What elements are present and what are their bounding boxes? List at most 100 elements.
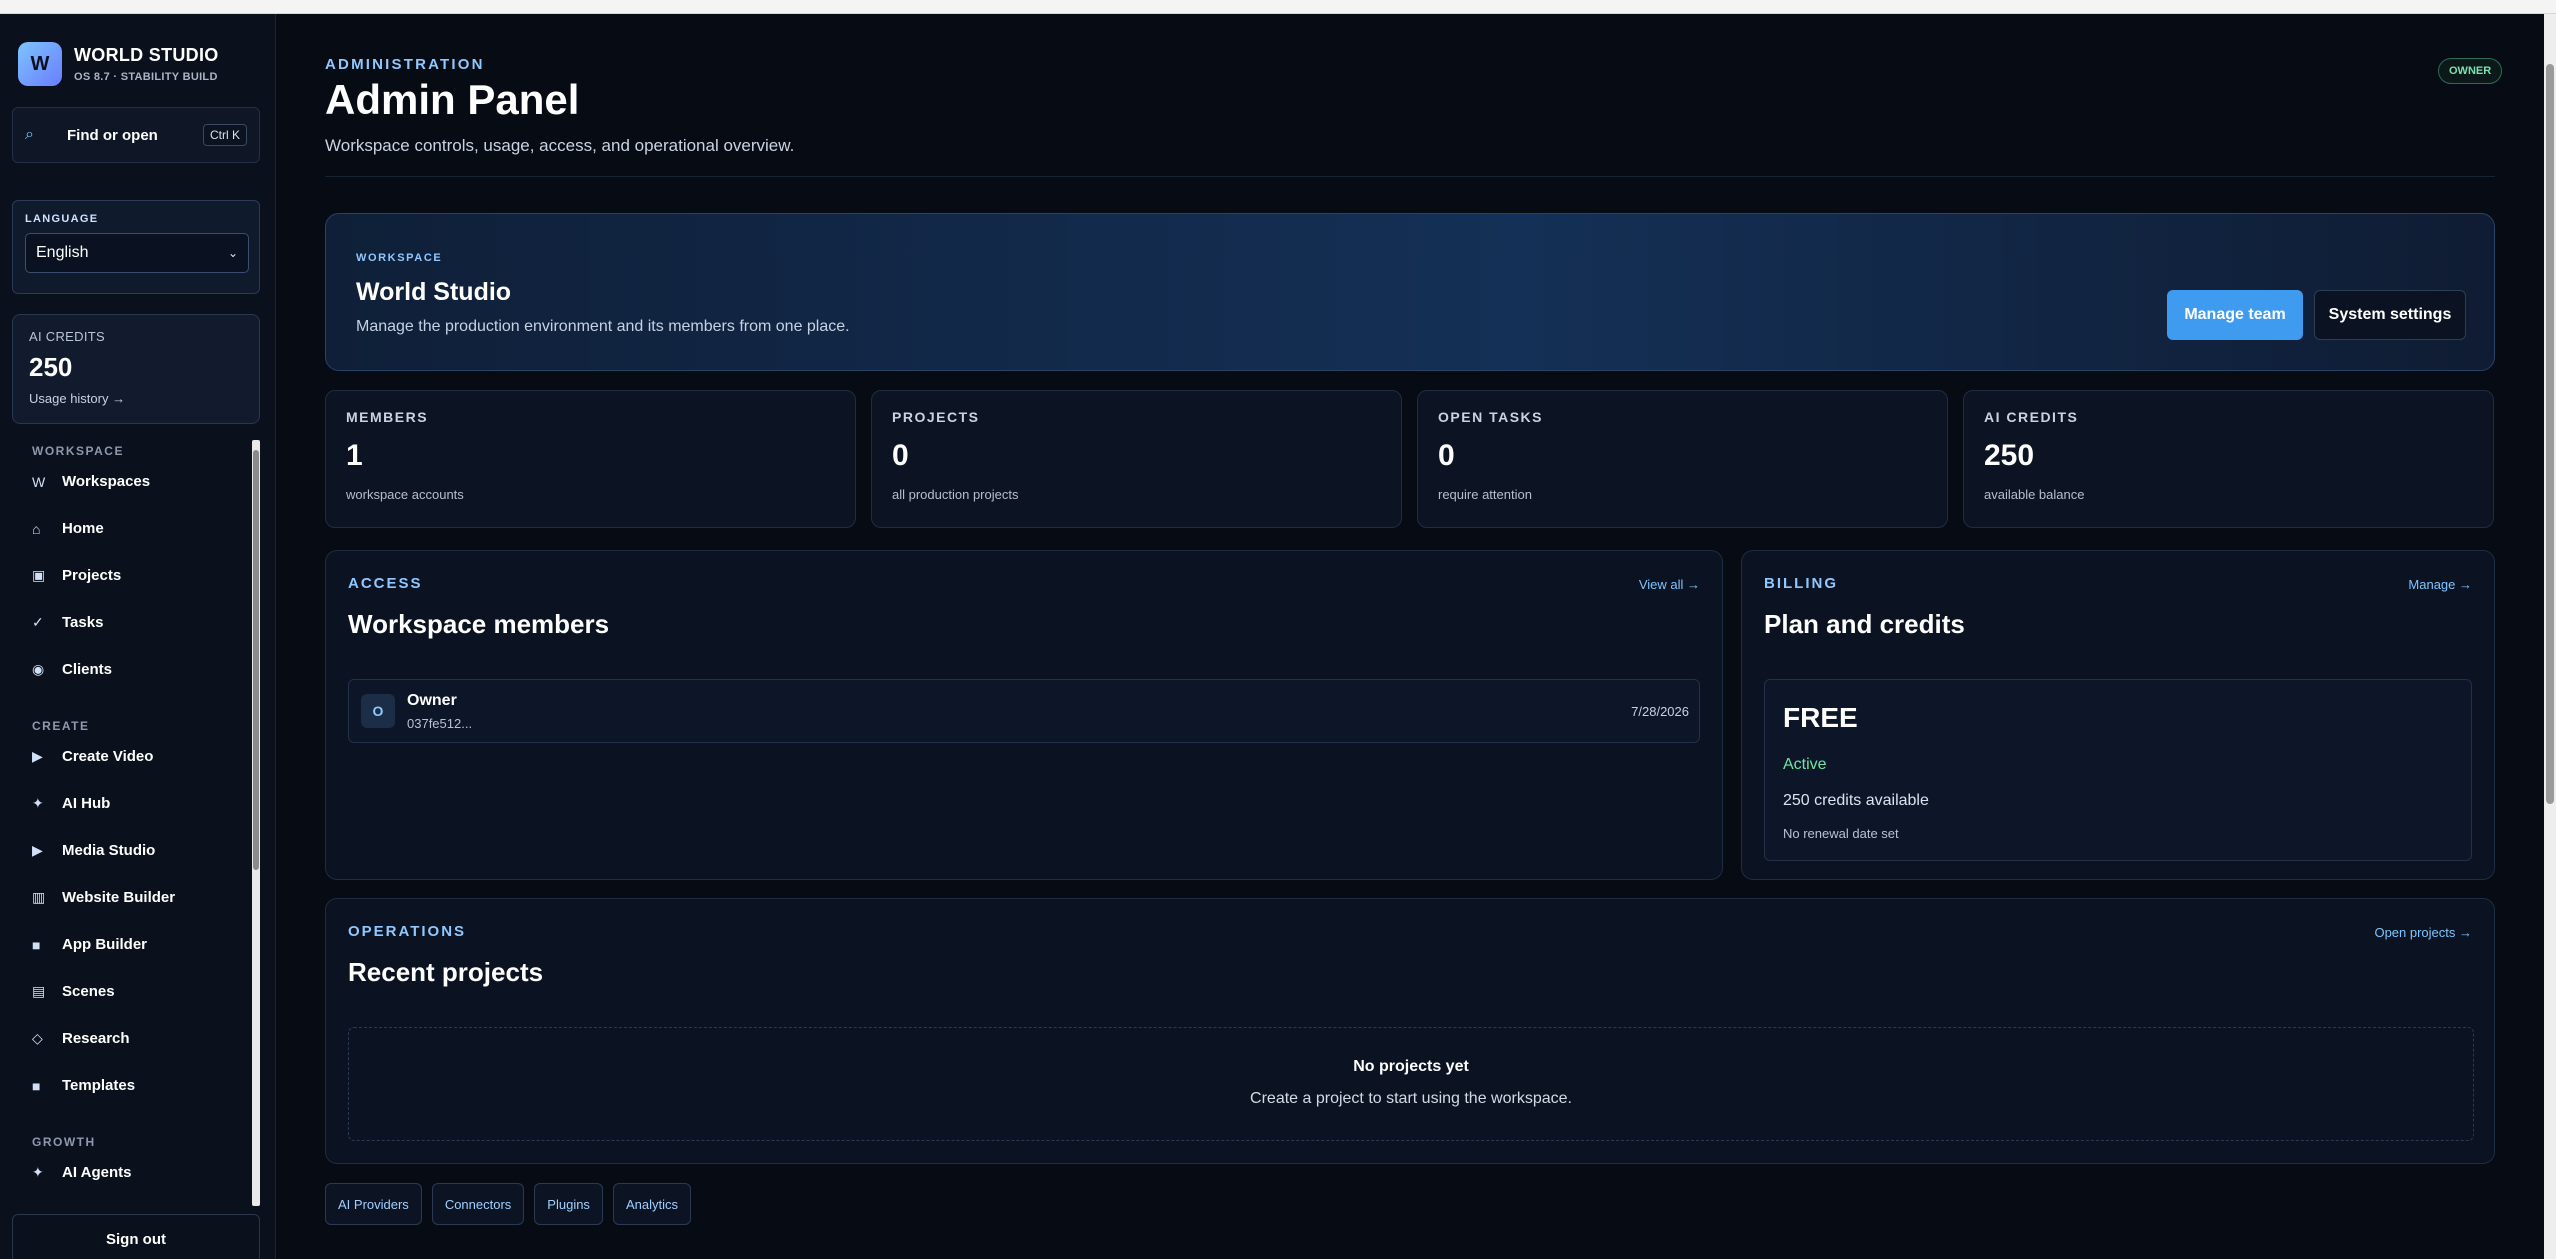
- sidebar-item-label: Templates: [62, 1077, 136, 1094]
- sparkle-icon: ✦: [32, 795, 44, 811]
- find-label: Find or open: [67, 126, 158, 144]
- usage-history-link[interactable]: Usage history →: [29, 391, 243, 406]
- sidebar-item-website-builder[interactable]: ▥ Website Builder: [12, 874, 262, 921]
- sidebar-item-label: AI Hub: [62, 795, 111, 812]
- sidebar-item-research[interactable]: ◇ Research: [12, 1015, 262, 1062]
- sidebar-item-media-studio[interactable]: ▶ Media Studio: [12, 827, 262, 874]
- chip-analytics[interactable]: Analytics: [612, 1183, 691, 1225]
- nav-section-title: GROWTH: [32, 1135, 96, 1149]
- manage-team-button[interactable]: Manage team: [2167, 290, 2303, 340]
- stat-label: AI CREDITS: [1984, 409, 2079, 425]
- stat-card-open-tasks: OPEN TASKS 0 require attention: [1417, 390, 1948, 528]
- sidebar-item-label: Workspaces: [62, 473, 151, 490]
- search-icon: ⌕: [25, 126, 34, 143]
- sidebar-item-label: Tasks: [62, 614, 104, 631]
- stat-caption: require attention: [1438, 487, 1532, 502]
- check-icon: ✓: [32, 614, 44, 630]
- page-scrollbar[interactable]: [2544, 14, 2556, 1259]
- manage-billing-link[interactable]: Manage →: [2408, 577, 2472, 592]
- member-row[interactable]: O Owner 037fe512... 7/28/2026: [348, 679, 1700, 743]
- sidebar-item-label: Scenes: [62, 983, 115, 1000]
- divider: [325, 176, 2495, 177]
- sidebar-credits-card: AI CREDITS 250 Usage history →: [12, 314, 260, 424]
- plan-status: Active: [1783, 756, 1827, 773]
- sidebar-item-tasks[interactable]: ✓ Tasks: [12, 599, 262, 646]
- view-all-link[interactable]: View all →: [1639, 577, 1700, 592]
- page-eyebrow: ADMINISTRATION: [325, 56, 485, 73]
- sidebar-item-clients[interactable]: ◉ Clients: [12, 646, 262, 693]
- clients-icon: ◉: [32, 661, 45, 677]
- language-selected: English: [36, 244, 89, 261]
- language-panel: LANGUAGE English ⌄: [12, 200, 260, 294]
- access-panel: ACCESS Workspace members View all → O Ow…: [325, 550, 1723, 880]
- system-settings-button[interactable]: System settings: [2314, 290, 2466, 340]
- stat-caption: all production projects: [892, 487, 1019, 502]
- sidebar-item-label: Research: [62, 1030, 130, 1047]
- chip-ai-providers[interactable]: AI Providers: [325, 1183, 422, 1225]
- sidebar-item-projects[interactable]: ▣ Projects: [12, 552, 262, 599]
- chevron-down-icon: ⌄: [227, 246, 238, 260]
- chip-plugins[interactable]: Plugins: [534, 1183, 603, 1225]
- sign-out-button[interactable]: Sign out: [12, 1214, 260, 1259]
- empty-description: Create a project to start using the work…: [1250, 1090, 1572, 1107]
- plan-card: FREE Active 250 credits available No ren…: [1764, 679, 2472, 861]
- sidebar-item-create-video[interactable]: ▶ Create Video: [12, 733, 262, 780]
- main-content: ADMINISTRATION Admin Panel Workspace con…: [277, 14, 2540, 1259]
- sidebar-item-templates[interactable]: ■ Templates: [12, 1062, 262, 1109]
- member-name: Owner: [407, 692, 457, 709]
- sidebar-item-app-builder[interactable]: ■ App Builder: [12, 921, 262, 968]
- plan-name: FREE: [1783, 702, 1858, 733]
- sidebar-nav: WORKSPACE W Workspaces ⌂ Home ▣ Projects ✓ T…: [12, 434, 262, 1209]
- sidebar-item-label: AI Agents: [62, 1164, 132, 1181]
- sidebar-item-home[interactable]: ⌂ Home: [12, 505, 262, 552]
- scenes-icon: ▤: [32, 983, 46, 999]
- open-projects-link[interactable]: Open projects →: [2374, 925, 2472, 940]
- chip-connectors[interactable]: Connectors: [431, 1183, 525, 1225]
- stat-card-ai-credits: AI CREDITS 250 available balance: [1963, 390, 2494, 528]
- stat-value: 0: [1438, 439, 1455, 472]
- hero-description: Manage the production environment and it…: [356, 318, 850, 335]
- scrollbar-thumb[interactable]: [253, 450, 259, 870]
- sidebar-item-label: Website Builder: [62, 889, 176, 906]
- nav-section-title: CREATE: [32, 719, 90, 733]
- member-date: 7/28/2026: [1631, 704, 1689, 719]
- stat-value: 1: [346, 439, 363, 472]
- role-badge: OWNER: [2438, 58, 2503, 84]
- brand-logo: W: [18, 42, 62, 86]
- plan-renewal: No renewal date set: [1783, 826, 1899, 841]
- sidebar-item-ai-hub[interactable]: ✦ AI Hub: [12, 780, 262, 827]
- find-or-open-button[interactable]: ⌕ Find or open Ctrl K: [12, 107, 260, 163]
- workspaces-icon: W: [32, 473, 46, 490]
- member-id: 037fe512...: [407, 716, 473, 731]
- diamond-icon: ◇: [32, 1030, 43, 1046]
- stat-card-members: MEMBERS 1 workspace accounts: [325, 390, 856, 528]
- stat-label: PROJECTS: [892, 409, 980, 425]
- language-select[interactable]: English ⌄: [25, 233, 249, 273]
- stat-card-projects: PROJECTS 0 all production projects: [871, 390, 1402, 528]
- panel-tag: ACCESS: [348, 575, 423, 592]
- shortcut-hint: Ctrl K: [203, 124, 247, 146]
- sidebar-item-label: Home: [62, 520, 104, 537]
- brand[interactable]: W WORLD STUDIO OS 8.7 · STABILITY BUILD: [18, 42, 219, 86]
- panel-tag: OPERATIONS: [348, 923, 467, 940]
- sidebar-item-workspaces[interactable]: W Workspaces: [12, 458, 262, 505]
- scrollbar-thumb[interactable]: [2546, 64, 2554, 804]
- plan-credits: 250 credits available: [1783, 792, 1929, 809]
- sidebar-item-label: Clients: [62, 661, 113, 678]
- sidebar-item-label: Projects: [62, 567, 122, 584]
- sidebar-item-ai-agents[interactable]: ✦ AI Agents: [12, 1149, 262, 1196]
- stat-label: MEMBERS: [346, 409, 429, 425]
- nav-section-title: WORKSPACE: [32, 444, 124, 458]
- sidebar-scrollbar[interactable]: [252, 440, 260, 1206]
- square-icon: ■: [32, 936, 41, 953]
- hero-tag: WORKSPACE: [356, 252, 443, 264]
- panel-tag: BILLING: [1764, 575, 1838, 592]
- credits-label: AI CREDITS: [29, 329, 105, 344]
- stat-value: 0: [892, 439, 909, 472]
- play-icon: ▶: [32, 748, 43, 764]
- home-icon: ⌂: [32, 520, 41, 537]
- sidebar-item-scenes[interactable]: ▤ Scenes: [12, 968, 262, 1015]
- browser-top-strip: [0, 0, 2556, 14]
- panel-title: Recent projects: [348, 957, 544, 987]
- footer-chips: AI Providers Connectors Plugins Analytic…: [325, 1183, 691, 1225]
